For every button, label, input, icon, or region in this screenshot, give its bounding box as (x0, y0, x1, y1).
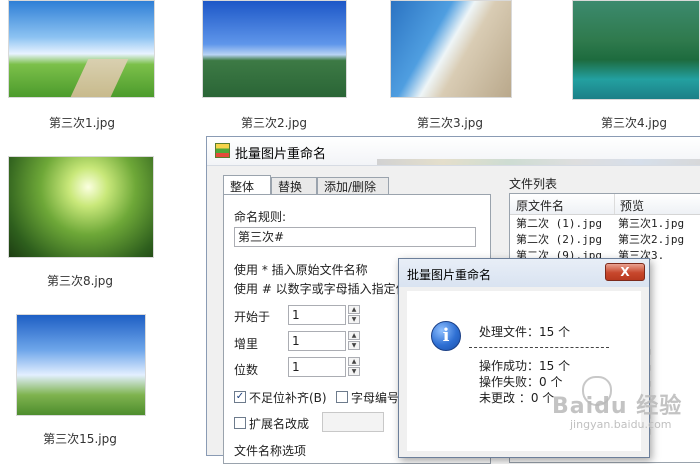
increment-label: 增里 (234, 337, 259, 351)
divider (469, 347, 609, 348)
decorative-strip (377, 159, 700, 165)
letter-checkbox-label[interactable]: 字母编号 (351, 389, 399, 406)
digits-spin-up[interactable]: ▲ (348, 357, 360, 366)
close-icon: X (620, 265, 630, 279)
thumbnail-1[interactable] (8, 0, 155, 98)
increment-spin-down[interactable]: ▼ (348, 341, 360, 350)
processed-count: 处理文件：15 个 (479, 325, 571, 339)
hint-text-2: 使用 # 以数字或字母插入指定位 (234, 282, 408, 296)
pad-checkbox-label[interactable]: 不足位补齐(B) (249, 389, 327, 406)
thumbnail-image (572, 0, 700, 100)
preview-name-cell: 第三次1.jpg (618, 217, 685, 230)
thumbnail-label[interactable]: 第三次15.jpg (0, 430, 160, 447)
thumbnail-image (8, 156, 154, 258)
thumbnail-image (16, 314, 146, 416)
thumbnail-2[interactable] (202, 0, 347, 98)
thumbnail-8[interactable] (8, 156, 154, 258)
window-titlebar[interactable]: 批量图片重命名 (207, 137, 700, 166)
ext-input[interactable] (322, 412, 384, 432)
window-title: 批量图片重命名 (235, 147, 327, 162)
start-label: 开始于 (234, 310, 271, 324)
pad-checkbox[interactable]: ✓ (234, 391, 246, 403)
digits-spin-down[interactable]: ▼ (348, 367, 360, 376)
thumbnail-image (390, 0, 512, 98)
thumbnail-label[interactable]: 第三次4.jpg (554, 114, 700, 131)
thumbnail-image (8, 0, 155, 98)
thumbnail-3[interactable] (390, 0, 512, 98)
dialog-title: 批量图片重命名 (407, 268, 492, 282)
column-preview[interactable]: 预览 (620, 197, 644, 214)
digits-label: 位数 (234, 363, 259, 377)
start-input[interactable]: 1 (288, 305, 346, 325)
naming-rule-input[interactable]: 第三次# (234, 227, 476, 247)
thumbnail-label[interactable]: 第三次8.jpg (0, 272, 160, 289)
letter-checkbox[interactable] (336, 391, 348, 403)
filename-options-label: 文件名称选项 (234, 444, 307, 458)
thumbnail-image (202, 0, 347, 98)
original-name-cell: 第二次 (2).jpg (516, 233, 602, 246)
increment-spin-up[interactable]: ▲ (348, 331, 360, 340)
column-original-name[interactable]: 原文件名 (516, 197, 564, 214)
original-name-cell: 第二次 (1).jpg (516, 217, 602, 230)
file-list-header: 原文件名 预览 (510, 194, 700, 215)
increment-input[interactable]: 1 (288, 331, 346, 351)
watermark-url: jingyan.baidu.com (570, 418, 672, 431)
naming-rule-label: 命名规则: (234, 210, 287, 224)
ext-checkbox-label[interactable]: 扩展名改成 (249, 415, 309, 432)
close-button[interactable]: X (605, 263, 645, 281)
thumbnail-label[interactable]: 第三次3.jpg (370, 114, 530, 131)
hint-text-1: 使用 * 插入原始文件名称 (234, 263, 368, 277)
thumbnail-4[interactable] (572, 0, 700, 100)
digits-input[interactable]: 1 (288, 357, 346, 377)
file-list-title: 文件列表 (509, 177, 558, 191)
watermark: Baidu 经验 jingyan.baidu.com (540, 370, 700, 450)
preview-name-cell: 第三次2.jpg (618, 233, 685, 246)
thumbnail-15[interactable] (16, 314, 146, 416)
tab-add-delete[interactable]: 添加/删除 (317, 177, 389, 195)
dialog-titlebar[interactable]: 批量图片重命名 X (399, 259, 649, 287)
column-separator (614, 194, 615, 214)
thumbnail-label[interactable]: 第三次1.jpg (2, 114, 162, 131)
thumbnail-label[interactable]: 第三次2.jpg (194, 114, 354, 131)
app-icon (215, 143, 230, 158)
start-spin-up[interactable]: ▲ (348, 305, 360, 314)
ext-checkbox[interactable] (234, 417, 246, 429)
watermark-text: Baidu 经验 (552, 394, 683, 419)
tab-overall[interactable]: 整体 (223, 175, 271, 195)
tab-replace[interactable]: 替换 (271, 177, 317, 195)
start-spin-down[interactable]: ▼ (348, 315, 360, 324)
info-icon: i (431, 321, 461, 351)
table-row[interactable]: 第二次 (1).jpg 第三次1.jpg (510, 216, 700, 232)
table-row[interactable]: 第二次 (2).jpg 第三次2.jpg (510, 232, 700, 248)
